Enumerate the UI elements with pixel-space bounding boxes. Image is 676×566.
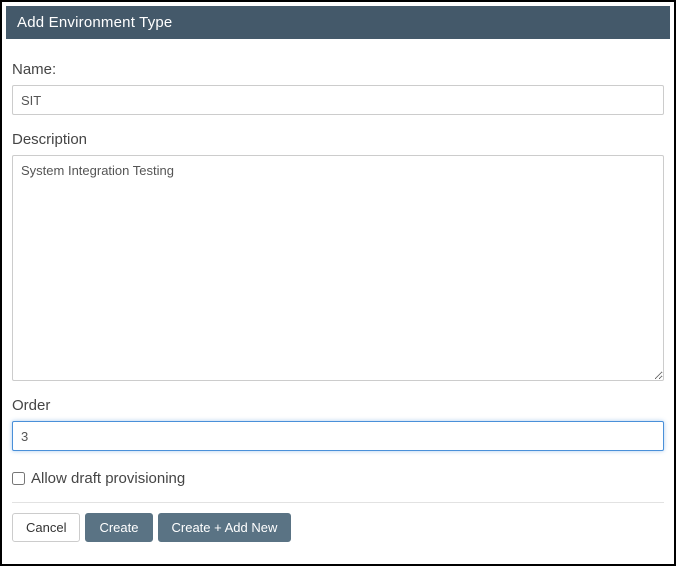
description-textarea[interactable]: System Integration Testing: [12, 155, 664, 381]
dialog-title: Add Environment Type: [17, 14, 172, 31]
cancel-button[interactable]: Cancel: [12, 513, 80, 542]
create-add-new-button[interactable]: Create + Add New: [158, 513, 292, 542]
create-button[interactable]: Create: [85, 513, 152, 542]
name-label: Name:: [12, 61, 664, 78]
dialog-footer: Cancel Create Create + Add New: [12, 502, 664, 542]
allow-draft-provisioning-checkbox[interactable]: [12, 472, 25, 485]
dialog-body: Name: Description System Integration Tes…: [6, 39, 670, 487]
description-label: Description: [12, 131, 664, 148]
dialog-header: Add Environment Type: [6, 6, 670, 39]
allow-draft-provisioning-row: Allow draft provisioning: [12, 470, 664, 487]
add-environment-type-dialog: Add Environment Type Name: Description S…: [6, 6, 670, 542]
dialog-outer-frame: Add Environment Type Name: Description S…: [0, 0, 676, 566]
allow-draft-provisioning-label: Allow draft provisioning: [31, 470, 185, 487]
order-input[interactable]: [12, 421, 664, 451]
order-label: Order: [12, 397, 664, 414]
name-input[interactable]: [12, 85, 664, 115]
